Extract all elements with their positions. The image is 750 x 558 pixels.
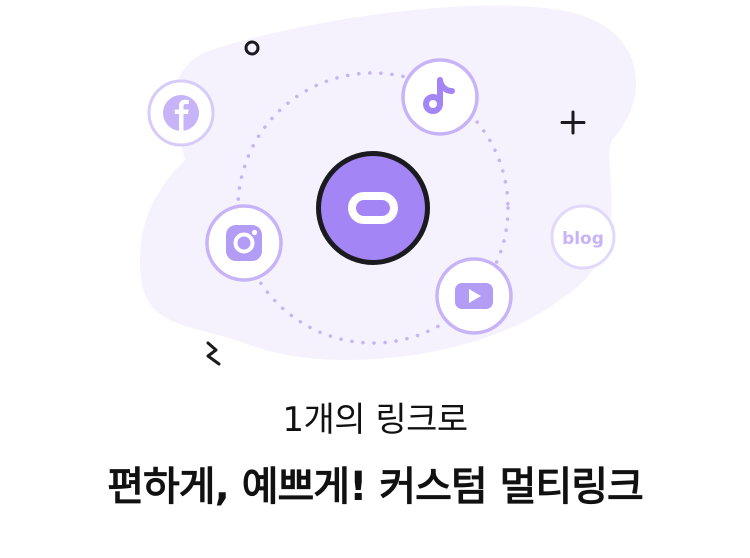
tiktok-badge [401,58,479,136]
headline: 편하게, 예쁘게! 커스텀 멀티링크 [107,464,644,510]
blog-icon: blog [562,229,604,249]
link-badge [316,151,430,265]
subtitle: 1개의 링크로 [282,400,468,440]
instagram-icon [226,225,262,261]
zigzag-decoration [206,341,221,366]
youtube-icon [455,283,493,309]
blog-badge: blog [550,204,616,270]
facebook-icon [163,95,199,131]
youtube-badge [435,257,513,335]
instagram-badge [205,204,283,282]
illustration: blog [140,5,637,366]
facebook-badge [147,79,215,147]
